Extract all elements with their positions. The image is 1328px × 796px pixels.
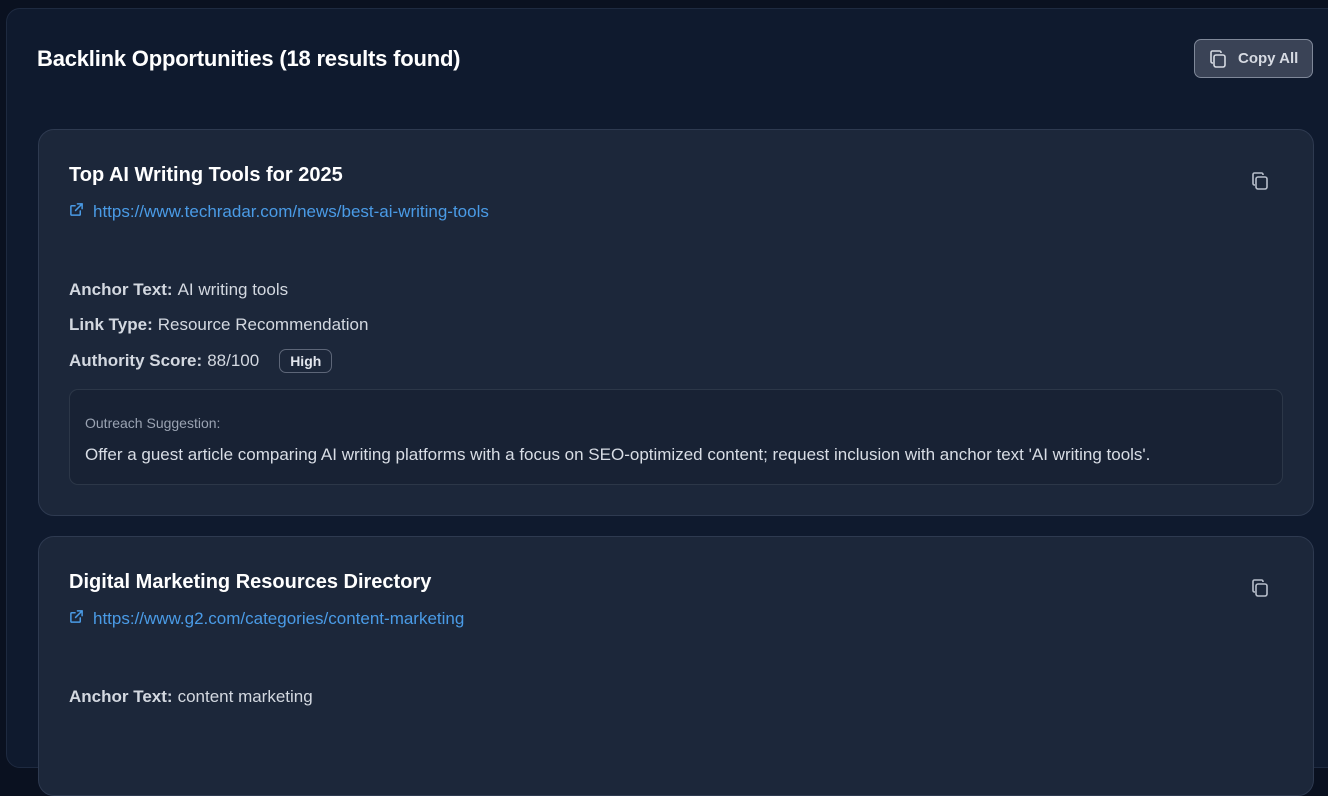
link-type-value: Resource Recommendation: [157, 315, 369, 334]
copy-icon: [1208, 49, 1228, 69]
link-type-label: Link Type:: [69, 315, 153, 334]
copy-icon[interactable]: [1247, 575, 1273, 601]
authority-badge: High: [279, 349, 333, 373]
outreach-label: Outreach Suggestion:: [85, 415, 221, 431]
backlink-panel: Backlink Opportunities (18 results found…: [6, 8, 1328, 796]
external-link-icon: [69, 609, 84, 629]
card-title: Top AI Writing Tools for 2025: [69, 164, 343, 186]
backlink-card: Top AI Writing Tools for 2025 https://ww…: [38, 129, 1314, 516]
card-url-link[interactable]: https://www.g2.com/categories/content-ma…: [69, 609, 464, 629]
copy-all-button[interactable]: Copy All: [1194, 39, 1313, 78]
backlink-card: Digital Marketing Resources Directory ht…: [38, 536, 1314, 796]
outreach-text: Offer a guest article comparing AI writi…: [85, 445, 1151, 464]
authority-score-value: 88/100: [207, 351, 260, 370]
authority-score-label: Authority Score:: [69, 351, 203, 370]
outreach-suggestion-box: Outreach Suggestion: Offer a guest artic…: [69, 389, 1283, 485]
card-url: https://www.techradar.com/news/best-ai-w…: [93, 202, 489, 221]
card-url: https://www.g2.com/categories/content-ma…: [93, 609, 465, 628]
external-link-icon: [69, 202, 84, 222]
anchor-text-label: Anchor Text:: [69, 687, 173, 706]
anchor-text-value: content marketing: [177, 687, 313, 706]
card-title: Digital Marketing Resources Directory: [69, 571, 432, 593]
panel-title: Backlink Opportunities (18 results found…: [37, 46, 461, 71]
authority-score-row: Authority Score: 88/100 High: [69, 349, 333, 373]
anchor-text-value: AI writing tools: [177, 280, 289, 299]
copy-icon[interactable]: [1247, 168, 1273, 194]
anchor-text-label: Anchor Text:: [69, 280, 173, 299]
copy-all-label: Copy All: [1238, 50, 1299, 67]
card-url-link[interactable]: https://www.techradar.com/news/best-ai-w…: [69, 202, 489, 222]
anchor-text-row: Anchor Text: content marketing: [69, 687, 313, 707]
anchor-text-row: Anchor Text: AI writing tools: [69, 280, 288, 300]
link-type-row: Link Type: Resource Recommendation: [69, 315, 368, 335]
